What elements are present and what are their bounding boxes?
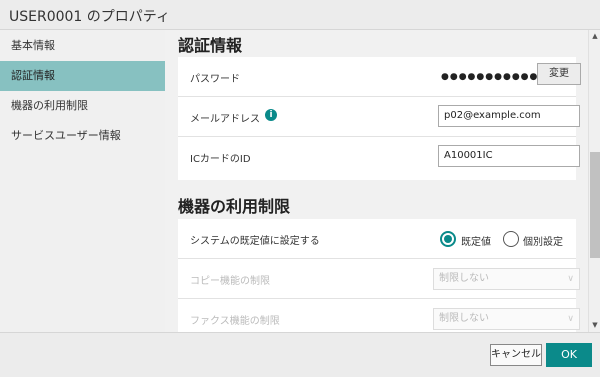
fax-restriction-select[interactable]: 制限しない ∨ [433, 308, 580, 330]
restrictions-card: システムの既定値に設定する 既定値 個別設定 コピー機能の制限 制限しない ∨ … [178, 219, 580, 332]
email-row: メールアドレス i p02@example.com [178, 97, 580, 137]
auth-card: パスワード ●●●●●●●●●●●● 変更 メールアドレス i p02@exam… [178, 57, 581, 180]
sidebar-item-basic-info[interactable]: 基本情報 [0, 31, 165, 61]
radio-default-label[interactable]: 既定値 [461, 233, 491, 248]
sidebar-item-device-restrictions[interactable]: 機器の利用制限 [0, 91, 165, 121]
window-title: USER0001 のプロパティ [9, 9, 170, 25]
email-label: メールアドレス [190, 114, 260, 125]
email-field[interactable]: p02@example.com [438, 105, 580, 127]
chevron-down-icon: ∨ [567, 274, 574, 284]
copy-restriction-select[interactable]: 制限しない ∨ [433, 268, 580, 290]
password-row: パスワード ●●●●●●●●●●●● 変更 [178, 57, 581, 97]
radio-default[interactable] [440, 231, 456, 247]
main-panel: 認証情報 パスワード ●●●●●●●●●●●● 変更 メールアドレス i p02… [165, 30, 588, 332]
sidebar-item-service-user-info[interactable]: サービスユーザー情報 [0, 121, 165, 151]
title-bar: USER0001 のプロパティ [0, 0, 600, 30]
password-label: パスワード [190, 74, 240, 85]
scroll-up-icon[interactable]: ▲ [590, 31, 600, 41]
radio-individual[interactable] [503, 231, 519, 247]
ok-button[interactable]: OK [546, 343, 592, 367]
iccard-row: ICカードのID A10001IC [178, 137, 580, 177]
dialog-footer: キャンセル OK [0, 332, 600, 377]
info-icon[interactable]: i [265, 109, 277, 121]
fax-restriction-row: ファクス機能の制限 制限しない ∨ [178, 299, 580, 332]
copy-restriction-value: 制限しない [439, 273, 489, 284]
change-password-button[interactable]: 変更 [537, 63, 581, 85]
vertical-scrollbar[interactable]: ▲ ▼ [588, 30, 600, 332]
password-mask: ●●●●●●●●●●●● [441, 72, 548, 82]
fax-restriction-value: 制限しない [439, 313, 489, 324]
auth-section-heading: 認証情報 [178, 36, 243, 55]
iccard-label: ICカードのID [190, 154, 251, 165]
sidebar: 基本情報 認証情報 機器の利用制限 サービスユーザー情報 [0, 30, 165, 332]
fax-restriction-label: ファクス機能の制限 [190, 316, 280, 327]
cancel-button[interactable]: キャンセル [490, 344, 542, 366]
system-default-row: システムの既定値に設定する 既定値 個別設定 [178, 219, 576, 259]
chevron-down-icon: ∨ [567, 314, 574, 324]
sidebar-item-auth-info[interactable]: 認証情報 [0, 61, 165, 91]
restrictions-section-heading: 機器の利用制限 [178, 197, 291, 216]
copy-restriction-label: コピー機能の制限 [190, 276, 270, 287]
scroll-down-icon[interactable]: ▼ [590, 320, 600, 330]
iccard-id-field[interactable]: A10001IC [438, 145, 580, 167]
radio-individual-label[interactable]: 個別設定 [523, 233, 563, 248]
copy-restriction-row: コピー機能の制限 制限しない ∨ [178, 259, 580, 299]
scrollbar-thumb[interactable] [590, 152, 600, 258]
system-default-label: システムの既定値に設定する [190, 236, 320, 247]
